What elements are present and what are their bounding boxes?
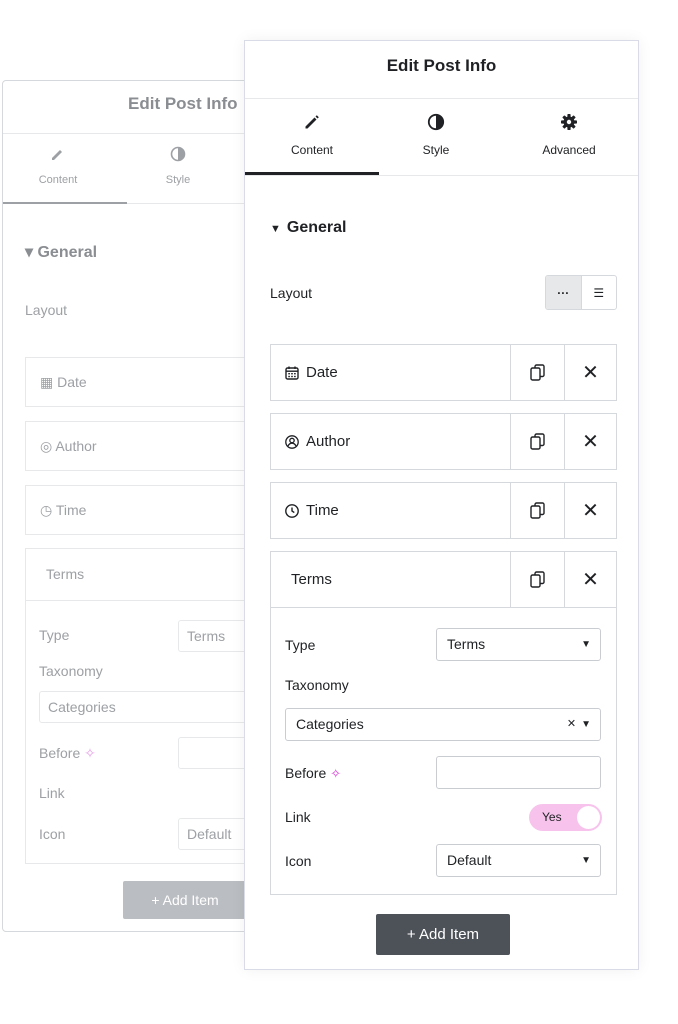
caret-down-icon: ▼ [581, 639, 591, 650]
taxonomy-label: Taxonomy [285, 677, 349, 693]
clear-icon[interactable]: ✕ [567, 718, 576, 730]
active-tab-underline [3, 202, 127, 204]
half-circle-icon [369, 113, 503, 137]
active-tab-underline [245, 172, 379, 175]
tab-advanced[interactable]: Advanced [502, 113, 636, 157]
repeater-item-author[interactable]: Author ✕ [270, 413, 617, 470]
tab-content[interactable]: Content [3, 146, 113, 186]
tab-bar: Content Style [3, 134, 263, 204]
gear-icon [502, 113, 636, 137]
copy-icon [530, 502, 545, 519]
remove-button[interactable]: ✕ [564, 552, 616, 607]
link-label: Link [285, 809, 311, 825]
add-item-button[interactable]: + Add Item [123, 881, 247, 919]
panel-title: Edit Post Info [3, 81, 263, 134]
tab-label: Style [165, 174, 191, 186]
link-label: Link [39, 785, 65, 801]
taxonomy-label: Taxonomy [39, 663, 103, 679]
icon-label: Icon [285, 853, 312, 869]
close-icon: ✕ [582, 431, 599, 453]
item-label: Time [306, 502, 339, 519]
repeater-item-date[interactable]: Date ✕ [270, 344, 617, 401]
caret-down-icon: ▼ [270, 223, 281, 235]
toggle-state: Yes [542, 810, 562, 824]
copy-icon [530, 571, 545, 588]
calendar-icon: ▦ [40, 374, 54, 390]
link-toggle[interactable]: Yes [529, 804, 602, 831]
type-label: Type [285, 637, 316, 653]
ai-sparkle-icon[interactable]: ✧ [330, 766, 341, 781]
section-header[interactable]: ▾ General [25, 242, 97, 262]
before-input[interactable] [436, 756, 601, 789]
close-icon: ✕ [582, 500, 599, 522]
clock-icon [285, 503, 299, 518]
tab-style[interactable]: Style [369, 113, 503, 157]
caret-down-icon: ▼ [581, 719, 591, 730]
close-icon: ✕ [582, 362, 599, 384]
layout-inline-option[interactable]: ··· [546, 276, 581, 309]
user-circle-icon [285, 434, 299, 449]
taxonomy-select[interactable]: Categories ✕ ▼ [285, 708, 601, 741]
half-circle-icon [123, 146, 233, 168]
tab-label: Style [422, 143, 450, 157]
icon-label: Icon [39, 826, 66, 842]
remove-button[interactable]: ✕ [564, 483, 616, 538]
before-label: Before ✧ [39, 745, 96, 761]
repeater-item-time[interactable]: Time ✕ [270, 482, 617, 539]
item-label: Terms [291, 571, 332, 588]
ai-sparkle-icon: ✧ [84, 745, 96, 761]
item-label: Author [306, 433, 351, 450]
caret-down-icon: ▼ [581, 855, 591, 866]
calendar-icon [285, 366, 299, 380]
before-label: Before ✧ [285, 765, 342, 781]
item-label: Date [306, 364, 338, 381]
layout-label: Layout [270, 285, 313, 301]
edit-post-info-panel: Edit Post Info Content Style Advanced ▼ … [244, 40, 639, 970]
close-icon: ✕ [582, 569, 599, 591]
remove-button[interactable]: ✕ [564, 345, 616, 400]
pencil-icon [3, 146, 113, 168]
repeater-item-time[interactable]: ◷ Time [25, 485, 263, 535]
duplicate-button[interactable] [510, 483, 564, 538]
tab-content[interactable]: Content [245, 113, 379, 157]
copy-icon [530, 433, 545, 450]
repeater-item-date[interactable]: ▦ Date [25, 357, 263, 407]
panel-title: Edit Post Info [245, 41, 638, 99]
duplicate-button[interactable] [510, 552, 564, 607]
duplicate-button[interactable] [510, 345, 564, 400]
user-circle-icon: ◎ [40, 438, 53, 454]
layout-list-option[interactable]: ☰ [580, 276, 617, 309]
icon-select[interactable]: Default ▼ [436, 844, 601, 877]
tab-label: Content [38, 174, 78, 186]
type-select[interactable]: Terms ▼ [436, 628, 601, 661]
clock-icon: ◷ [40, 502, 53, 518]
tab-bar: Content Style Advanced [245, 99, 638, 176]
tab-label: Content [290, 143, 334, 157]
repeater-item-terms[interactable]: Terms ✕ [270, 551, 617, 608]
toggle-knob [577, 806, 600, 829]
duplicate-button[interactable] [510, 414, 564, 469]
layout-label: Layout [25, 302, 68, 318]
pencil-icon [245, 113, 379, 137]
add-item-button[interactable]: + Add Item [376, 914, 510, 955]
terms-header[interactable]: Terms [26, 549, 263, 601]
section-header-general[interactable]: ▼ General [270, 219, 346, 237]
remove-button[interactable]: ✕ [564, 414, 616, 469]
tab-label: Advanced [542, 143, 596, 157]
repeater-item-author[interactable]: ◎ Author [25, 421, 263, 471]
layout-toggle: ··· ☰ [545, 275, 617, 310]
type-label: Type [39, 627, 70, 643]
background-panel: Edit Post Info Content Style ▾ General L… [2, 80, 264, 932]
copy-icon [530, 364, 545, 381]
taxonomy-select[interactable]: Categories [39, 691, 259, 723]
tab-style[interactable]: Style [123, 146, 233, 186]
